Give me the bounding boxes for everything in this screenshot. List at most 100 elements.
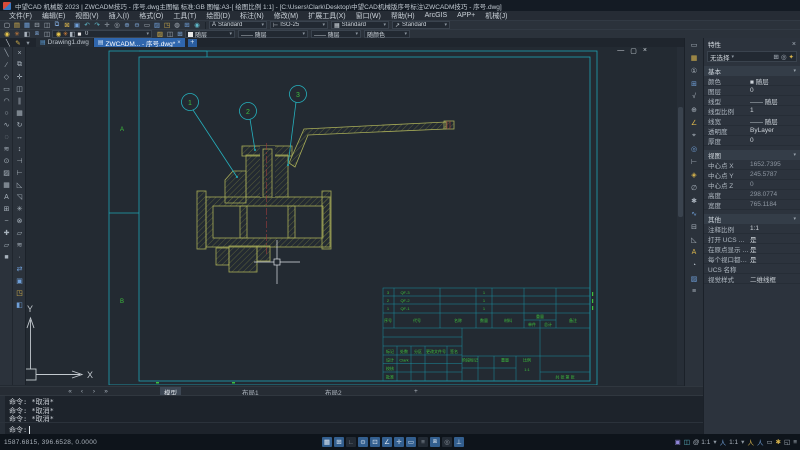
move-icon[interactable]: ✛ [13, 71, 26, 83]
mech-symbol-icon[interactable]: ◔ [685, 259, 703, 272]
menu-file[interactable]: 文件(F) [4, 11, 37, 21]
layout-nav-first-icon[interactable]: « [66, 387, 74, 395]
cycle-select-toggle[interactable]: ◎ [442, 437, 452, 447]
mirror-icon[interactable]: ◫ [13, 83, 26, 95]
mech-layer-icon[interactable]: ▨ [685, 272, 703, 285]
menu-tools[interactable]: 工具(T) [168, 11, 201, 21]
workspace-gear-icon[interactable]: ✱ [776, 438, 781, 446]
mech-bolt-icon[interactable]: ∅ [685, 181, 703, 194]
menu-mech[interactable]: 机械(J) [480, 11, 512, 21]
view-scale-label[interactable]: @ 1:1 [693, 439, 710, 446]
new-tab-button[interactable]: + [187, 38, 197, 47]
fullscreen-icon[interactable]: ◱ [784, 438, 790, 446]
dim-style-combo[interactable]: ⊢ ISO-25 ▾ [270, 21, 328, 29]
copy-object-icon[interactable]: ⧉ [13, 59, 26, 71]
mech-bom-icon[interactable]: ⊞ [685, 77, 703, 90]
annotation-scale-dropdown-icon[interactable]: ▾ [741, 438, 744, 446]
ortho-toggle[interactable]: ∟ [346, 437, 356, 447]
open-file-icon[interactable]: ▤ [12, 21, 22, 29]
copy-icon[interactable]: ⧉ [52, 21, 62, 29]
dyn-ucs-toggle[interactable]: ✛ [394, 437, 404, 447]
annotation-scale-label[interactable]: 1:1 [729, 439, 738, 446]
bom-table[interactable] [382, 287, 591, 382]
match-properties-icon[interactable]: ◍ [172, 21, 182, 29]
mech-text-icon[interactable]: A [685, 246, 703, 259]
plot-icon[interactable]: ⊟ [32, 21, 42, 29]
explode-icon[interactable]: ✳ [13, 203, 26, 215]
balloon-leaders[interactable] [181, 85, 307, 179]
plotstyle-combo[interactable]: 随颜色 ▾ [364, 30, 410, 39]
mech-title-block-icon[interactable]: ▦ [685, 51, 703, 64]
solid-icon[interactable]: ■ [0, 251, 13, 263]
mech-part-lib-icon[interactable]: ◈ [685, 168, 703, 181]
region-icon[interactable]: ▱ [0, 239, 13, 251]
osnap-toggle[interactable]: ⊡ [370, 437, 380, 447]
trim-icon[interactable]: ⊣ [13, 155, 26, 167]
view-scale-dropdown-icon[interactable]: ▾ [713, 438, 716, 446]
annotation-auto-add-icon[interactable]: 人 [757, 437, 764, 447]
child-restore-button[interactable]: ▢ [630, 47, 637, 55]
construction-line-icon[interactable]: ∕ [0, 59, 13, 71]
layout-nav-prev-icon[interactable]: ‹ [78, 387, 86, 395]
mech-shaft-icon[interactable]: ⊟ [685, 220, 703, 233]
color-combo[interactable]: 随层 ▾ [185, 30, 235, 39]
status-menu-icon[interactable]: ≡ [793, 439, 797, 446]
menu-express[interactable]: 扩展工具(X) [303, 11, 350, 21]
divide-icon[interactable]: · [13, 251, 26, 263]
section-header-misc[interactable]: 其他 ▾ [704, 214, 800, 224]
boundary-icon[interactable]: ◳ [13, 287, 26, 299]
mech-frame-icon[interactable]: ▭ [685, 38, 703, 51]
mech-dim-icon[interactable]: ⊢ [685, 155, 703, 168]
pencil-icon[interactable]: ✎ [13, 39, 23, 47]
doc-tab-drawing1[interactable]: ▤ Drawing1.dwg [36, 38, 93, 47]
mech-gear-icon[interactable]: ✱ [685, 194, 703, 207]
spline-icon[interactable]: ∿ [0, 119, 13, 131]
zoom-window-icon[interactable]: ▭ [142, 21, 152, 29]
section-header-basic[interactable]: 基本 ▾ [704, 66, 800, 76]
chamfer-icon[interactable]: ◺ [13, 179, 26, 191]
mech-weld-icon[interactable]: ∠ [685, 116, 703, 129]
section-header-view[interactable]: 视图 ▾ [704, 150, 800, 160]
block-icon[interactable]: ◳ [162, 21, 172, 29]
menu-arcgis[interactable]: ArcGIS [420, 12, 453, 19]
undo-icon[interactable]: ↶ [82, 21, 92, 29]
layer-match-icon[interactable]: ⊞ [175, 30, 185, 38]
revision-cloud-icon[interactable]: ≋ [0, 143, 13, 155]
arc-icon[interactable]: ◠ [0, 95, 13, 107]
close-palette-icon[interactable]: × [792, 41, 796, 48]
canvas-vertical-scrollbar[interactable] [677, 47, 684, 385]
balloon-2[interactable]: 2 [246, 109, 250, 116]
layout-nav-last-icon[interactable]: » [102, 387, 110, 395]
tab-list-icon[interactable]: ▾ [23, 39, 33, 47]
mech-surface-icon[interactable]: √ [685, 90, 703, 103]
mech-centerline-icon[interactable]: ⌖ [685, 129, 703, 142]
rectangle-icon[interactable]: ▭ [0, 83, 13, 95]
snap-toggle[interactable]: ▦ [322, 437, 332, 447]
menu-view[interactable]: 视图(V) [70, 11, 103, 21]
new-file-icon[interactable]: ▢ [2, 21, 12, 29]
drawing-canvas[interactable]: A B 1 2 3 3 QF-3 1 2 QF-2 1 1 QF-1 1 序号 … [26, 47, 677, 385]
preview-icon[interactable]: ◫ [42, 21, 52, 29]
save-icon[interactable]: ▦ [22, 21, 32, 29]
table-style-combo[interactable]: ▦ Standard ▾ [331, 21, 389, 29]
mech-settings-icon[interactable]: ≡ [685, 285, 703, 298]
layer-freeze-icon[interactable]: ✳ [12, 30, 22, 38]
ucs-icon-toggle[interactable]: ⊥ [454, 437, 464, 447]
osnap-settings-icon[interactable]: ⊞ [182, 21, 192, 29]
lineweight-combo[interactable]: —— 随层 ▾ [311, 30, 361, 39]
doc-tab-xuhao-active[interactable]: ▤ ZWCADM... - 序号.dwg* × [93, 38, 185, 48]
cut-icon[interactable]: ⊠ [62, 21, 72, 29]
polar-toggle[interactable]: ⊙ [358, 437, 368, 447]
model-space-icon[interactable]: ▣ [675, 438, 681, 446]
scrollbar-thumb[interactable] [678, 107, 683, 217]
quick-props-toggle[interactable]: ⧈ [430, 437, 440, 447]
layer-on-icon[interactable]: ◉ [2, 30, 12, 38]
stretch-icon[interactable]: ↕ [13, 143, 26, 155]
valve-drawing[interactable] [196, 120, 455, 273]
offset-icon[interactable]: ∥ [13, 95, 26, 107]
gradient-icon[interactable]: ▦ [0, 179, 13, 191]
balloon-3[interactable]: 3 [296, 92, 300, 99]
mech-tolerance-icon[interactable]: ⊕ [685, 103, 703, 116]
wipeout-icon[interactable]: ◧ [13, 299, 26, 311]
balloon-1[interactable]: 1 [188, 100, 192, 107]
